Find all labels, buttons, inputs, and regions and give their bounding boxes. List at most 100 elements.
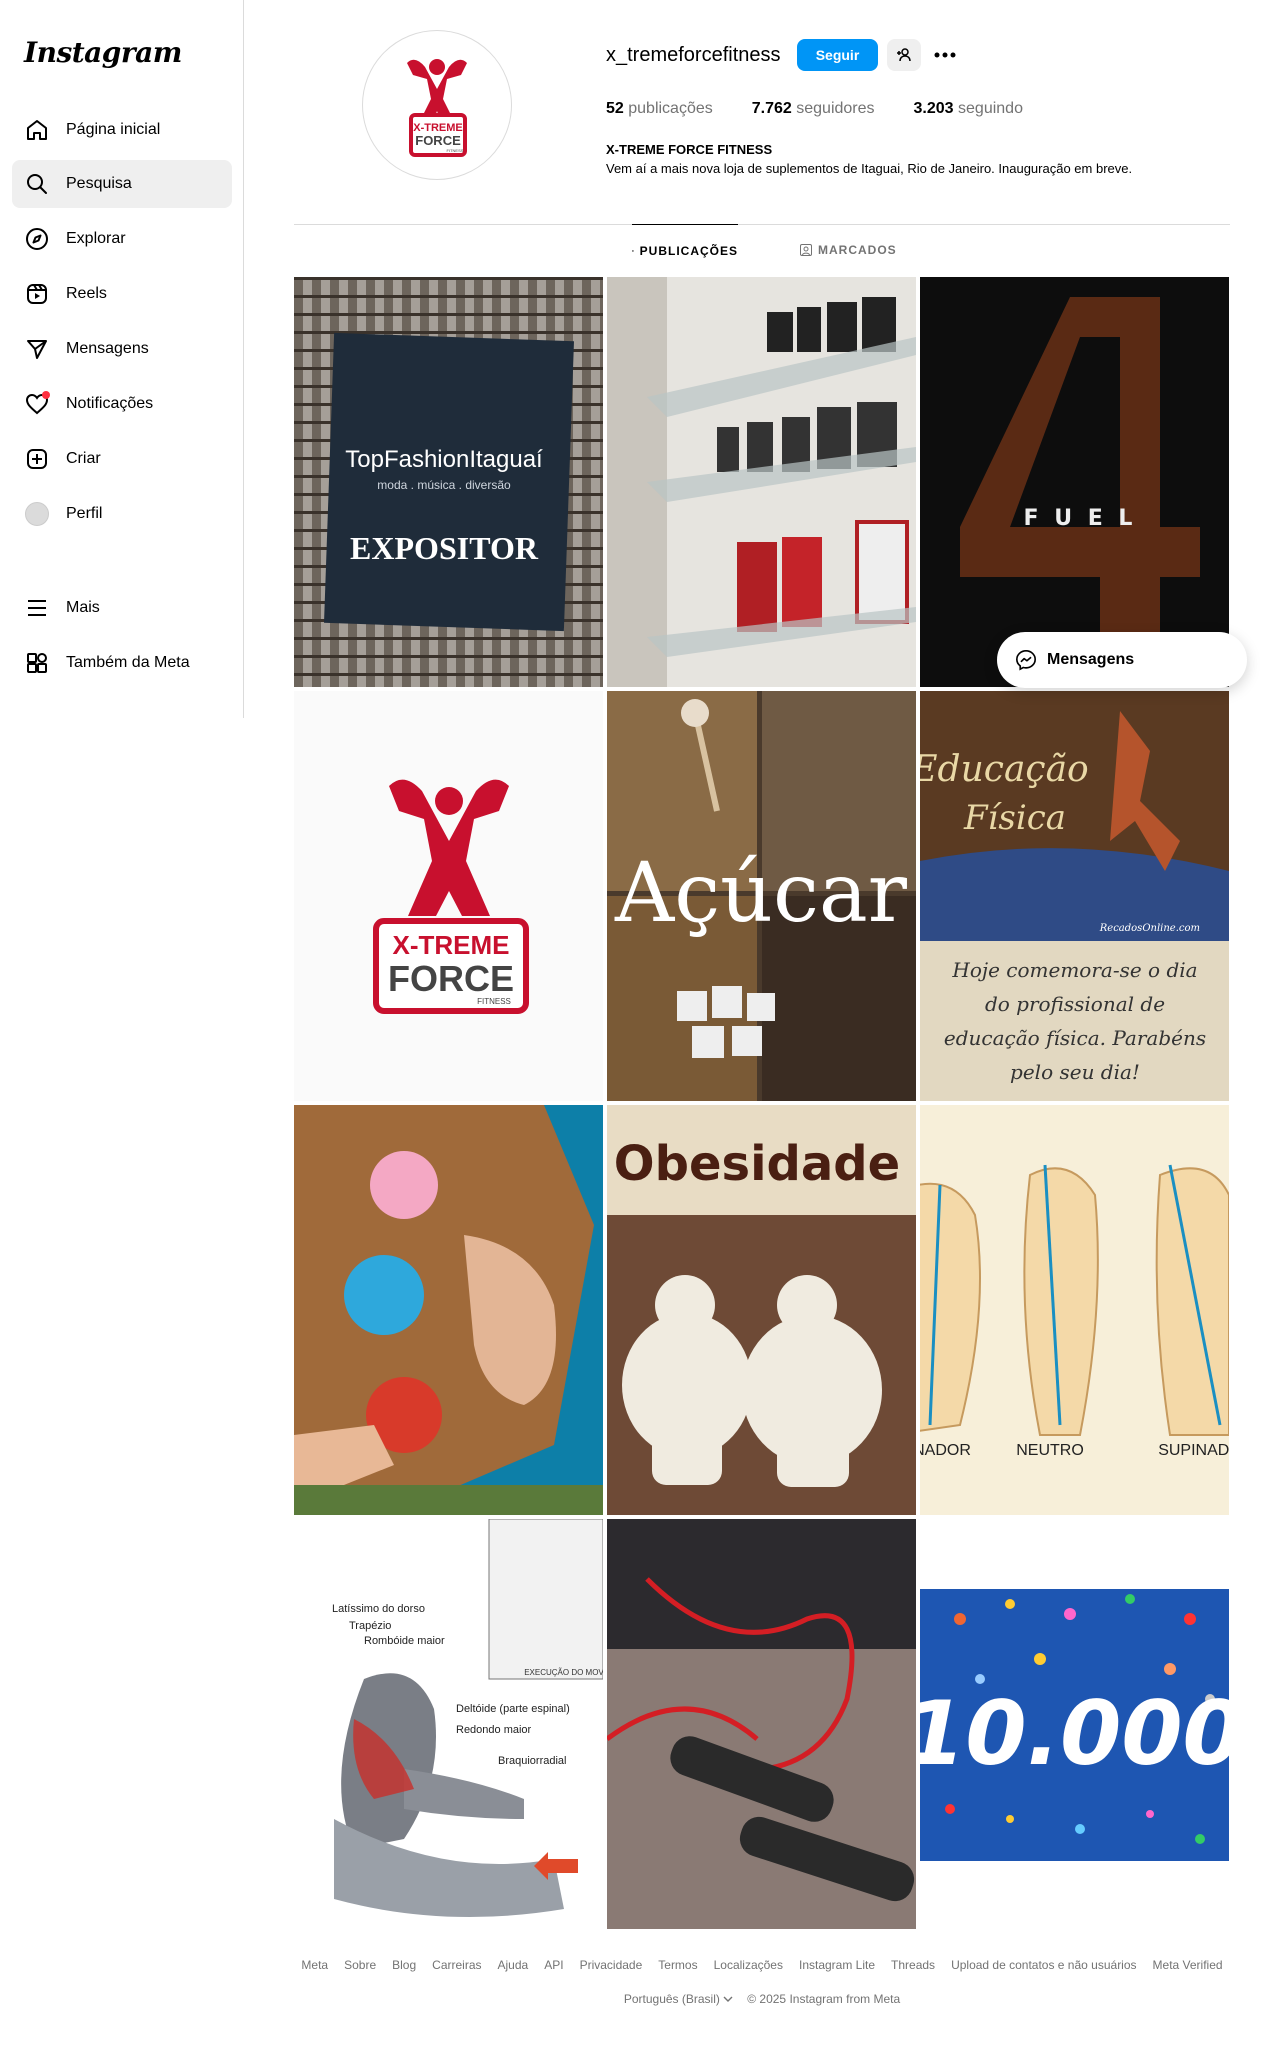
grid-icon	[632, 249, 634, 252]
post-4-line3: FITNESS	[477, 997, 511, 1006]
post-9[interactable]: NADOR NEUTRO SUPINADO	[920, 1105, 1229, 1515]
footer-link[interactable]: Privacidade	[580, 1958, 643, 1972]
profile-username: x_tremeforcefitness	[606, 44, 781, 66]
tab-label: MARCADOS	[818, 243, 897, 257]
sidebar-item-label: Perfil	[66, 505, 103, 522]
post-5[interactable]: Açúcar	[607, 691, 916, 1101]
messages-floating-button[interactable]: Mensagens	[997, 632, 1247, 688]
post-3-text: F U E L	[1024, 506, 1137, 531]
post-1[interactable]: TopFashionItaguaí moda . música . divers…	[294, 277, 603, 687]
instagram-logo[interactable]: Instagram	[24, 36, 182, 69]
footer-link[interactable]: Sobre	[344, 1958, 376, 1972]
post-10-l4: Deltóide (parte espinal)	[456, 1703, 570, 1715]
sidebar: Instagram Página inicial Pesquisa Explor…	[0, 0, 244, 718]
sidebar-item-label: Pesquisa	[66, 175, 132, 192]
post-image	[607, 277, 916, 687]
post-6-credit: RecadosOnline.com	[1099, 923, 1200, 934]
post-image: EXECUÇÃO DO MOV Latíssimo do dorso Trapé…	[294, 1519, 603, 1929]
footer-link[interactable]: Termos	[658, 1958, 697, 1972]
sidebar-item-label: Mensagens	[66, 340, 149, 357]
logo-line3: FITNESS	[447, 148, 464, 153]
avatar	[24, 501, 50, 527]
post-12[interactable]: 10.000	[920, 1519, 1229, 1929]
post-1-brand: TopFashionItaguaí	[345, 446, 543, 473]
tab-posts[interactable]: PUBLICAÇÕES	[632, 224, 738, 276]
posts-count: 52 publicações	[606, 100, 713, 117]
footer-bottom: Português (Brasil) © 2025 Instagram from…	[294, 1992, 1230, 2006]
menu-icon	[24, 595, 50, 621]
profile-picture[interactable]: X-TREME FORCE FITNESS	[362, 30, 512, 180]
create-icon	[24, 446, 50, 472]
messenger-icon	[1016, 650, 1036, 671]
messages-floating-label: Mensagens	[1047, 651, 1135, 668]
post-2[interactable]	[607, 277, 916, 687]
post-image	[607, 1519, 916, 1929]
sidebar-item-create[interactable]: Criar	[12, 435, 232, 483]
post-image	[294, 1105, 603, 1515]
footer-link[interactable]: API	[544, 1958, 563, 1972]
post-4-line1: X-TREME	[393, 930, 510, 960]
footer-links: Meta Sobre Blog Carreiras Ajuda API Priv…	[294, 1958, 1230, 1972]
post-1-title: EXPOSITOR	[350, 530, 539, 566]
search-icon	[24, 171, 50, 197]
footer-link[interactable]: Upload de contatos e não usuários	[951, 1958, 1136, 1972]
messages-icon	[24, 336, 50, 362]
sidebar-item-more[interactable]: Mais	[12, 584, 232, 632]
post-image: X-TREME FORCE FITNESS	[294, 691, 603, 1101]
post-image: TopFashionItaguaí moda . música . divers…	[294, 277, 603, 687]
post-10[interactable]: EXECUÇÃO DO MOV Latíssimo do dorso Trapé…	[294, 1519, 603, 1929]
post-10-l3: Rombóide maior	[364, 1635, 445, 1647]
logo-line2: FORCE	[415, 133, 461, 148]
sidebar-item-home[interactable]: Página inicial	[12, 106, 232, 154]
post-image: Educação Física RecadosOnline.com Hoje c…	[920, 691, 1229, 1101]
post-4-line2: FORCE	[388, 958, 514, 999]
sidebar-item-reels[interactable]: Reels	[12, 270, 232, 318]
footer-link[interactable]: Carreiras	[432, 1958, 481, 1972]
reels-icon	[24, 281, 50, 307]
post-4[interactable]: X-TREME FORCE FITNESS	[294, 691, 603, 1101]
footer-link[interactable]: Localizações	[714, 1958, 783, 1972]
followers-count[interactable]: 7.762 seguidores	[752, 100, 875, 118]
follow-button[interactable]: Seguir	[797, 39, 878, 71]
suggested-users-button[interactable]	[887, 39, 921, 71]
sidebar-item-messages[interactable]: Mensagens	[12, 325, 232, 373]
home-icon	[24, 117, 50, 143]
sidebar-item-profile[interactable]: Perfil	[12, 490, 232, 538]
footer-link[interactable]: Blog	[392, 1958, 416, 1972]
footer-link[interactable]: Threads	[891, 1958, 935, 1972]
sidebar-item-meta[interactable]: Também da Meta	[12, 639, 232, 687]
tab-label: PUBLICAÇÕES	[639, 243, 738, 258]
post-3[interactable]: F U E L	[920, 277, 1229, 687]
sidebar-item-label: Explorar	[66, 230, 126, 247]
heart-icon	[24, 391, 50, 417]
post-11[interactable]	[607, 1519, 916, 1929]
footer-link[interactable]: Ajuda	[498, 1958, 529, 1972]
footer-link[interactable]: Meta Verified	[1153, 1958, 1223, 1972]
post-6-title2: Física	[963, 798, 1066, 838]
tab-tagged[interactable]: MARCADOS	[800, 224, 897, 276]
post-8[interactable]: Obesidade	[607, 1105, 916, 1515]
following-count[interactable]: 3.203 seguindo	[914, 100, 1023, 118]
footer-link[interactable]: Instagram Lite	[799, 1958, 875, 1972]
post-7[interactable]	[294, 1105, 603, 1515]
post-image: F U E L	[920, 277, 1229, 687]
footer-link[interactable]: Meta	[301, 1958, 328, 1972]
post-6-title1: Educação	[920, 749, 1089, 790]
compass-icon	[24, 226, 50, 252]
sidebar-item-explore[interactable]: Explorar	[12, 215, 232, 263]
post-6[interactable]: Educação Física RecadosOnline.com Hoje c…	[920, 691, 1229, 1101]
x-treme-force-logo: X-TREME FORCE FITNESS	[407, 59, 467, 157]
more-options-button[interactable]	[930, 40, 960, 70]
sidebar-item-search[interactable]: Pesquisa	[12, 160, 232, 208]
post-9-right: SUPINADO	[1158, 1442, 1229, 1459]
post-9-left: NADOR	[920, 1442, 971, 1459]
post-10-l1: Latíssimo do dorso	[332, 1603, 425, 1615]
post-10-l7: EXECUÇÃO DO MOV	[524, 1668, 603, 1677]
meta-apps-icon	[24, 650, 50, 676]
tabs-divider	[294, 224, 1230, 225]
post-image: Açúcar	[607, 691, 916, 1101]
post-6-caption: Hoje comemora-se o dia do profissional d…	[943, 958, 1207, 1084]
language-selector[interactable]: Português (Brasil)	[624, 1992, 733, 2006]
post-12-text: 10.000	[920, 1682, 1229, 1785]
sidebar-item-notifications[interactable]: Notificações	[12, 380, 232, 428]
